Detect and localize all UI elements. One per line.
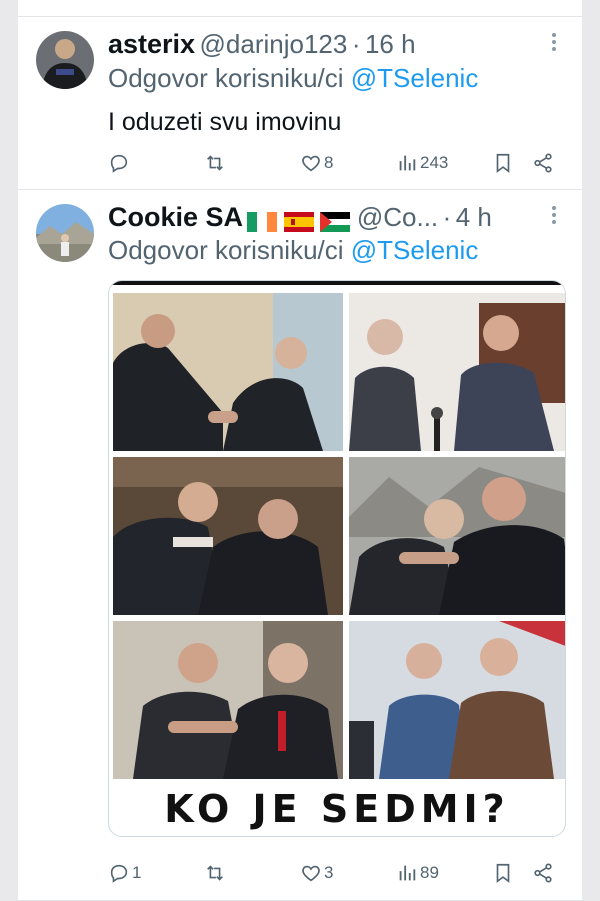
timestamp[interactable]: 16 h [365, 29, 416, 59]
display-name[interactable]: Cookie SA [108, 202, 243, 232]
divider [18, 0, 582, 17]
bookmark-button[interactable] [492, 148, 514, 178]
photo-handshake-1 [113, 293, 343, 451]
reply-button[interactable] [108, 148, 132, 178]
reply-context: Odgovor korisniku/ci @TSelenic [108, 235, 478, 266]
avatar[interactable] [36, 31, 94, 89]
reply-icon [110, 864, 128, 883]
more-vertical-icon[interactable] [550, 204, 558, 232]
like-button[interactable]: 3 [300, 858, 333, 888]
separator: · [442, 202, 452, 232]
bookmark-button[interactable] [492, 858, 514, 888]
more-vertical-icon[interactable] [550, 31, 558, 59]
views-icon [399, 155, 416, 171]
flag-emoji-ireland [247, 211, 283, 232]
views-count: 243 [420, 153, 449, 172]
views-icon [399, 865, 416, 881]
flag-emoji-palestine [320, 211, 356, 232]
repost-icon [207, 865, 223, 881]
display-name[interactable]: asterix [108, 29, 195, 59]
tweet[interactable]: asterix @darinjo123 · 16 h Odgovor koris… [18, 17, 582, 190]
photo-hug-5 [113, 621, 343, 779]
timeline: asterix @darinjo123 · 16 h Odgovor koris… [18, 0, 582, 901]
photo-hug-3 [113, 457, 343, 615]
mention-link[interactable]: @TSelenic [351, 63, 479, 93]
image-caption: KO JE SEDMI? [164, 787, 510, 831]
action-bar: 1 3 89 [108, 858, 568, 888]
user-handle[interactable]: @Co... [357, 202, 438, 232]
tweet[interactable]: Cookie SA @Co... · 4 h Odgovor korisniku… [18, 190, 582, 901]
photo-pair-6 [349, 621, 565, 779]
heart-icon [302, 155, 320, 172]
share-icon [534, 863, 552, 883]
separator: · [351, 29, 361, 59]
views-count: 89 [420, 863, 439, 882]
timestamp[interactable]: 4 h [456, 202, 492, 232]
reply-context: Odgovor korisniku/ci @TSelenic [108, 63, 478, 94]
photo-hug-4 [349, 457, 565, 615]
like-count: 3 [324, 863, 334, 882]
heart-icon [302, 865, 320, 882]
reply-prefix: Odgovor korisniku/ci [108, 235, 344, 265]
avatar[interactable] [36, 204, 94, 262]
bookmark-icon [496, 153, 510, 173]
photo-pair-2 [349, 293, 565, 451]
bookmark-icon [496, 863, 510, 883]
repost-icon [207, 155, 223, 171]
reply-count: 1 [132, 863, 142, 882]
tweet-text: I oduzeti svu imovinu [108, 108, 342, 136]
like-count: 8 [324, 153, 334, 172]
attached-image[interactable]: KO JE SEDMI? [108, 280, 566, 837]
reply-button[interactable]: 1 [108, 858, 141, 888]
image-top-border [109, 281, 565, 285]
action-bar: 8 243 [108, 148, 568, 178]
reply-icon [110, 154, 128, 173]
user-handle[interactable]: @darinjo123 [200, 29, 348, 59]
repost-button[interactable] [204, 148, 228, 178]
share-icon [534, 153, 552, 173]
reply-prefix: Odgovor korisniku/ci [108, 63, 344, 93]
views-button[interactable]: 243 [396, 148, 448, 178]
views-button[interactable]: 89 [396, 858, 439, 888]
flag-emoji-spain [283, 211, 320, 232]
mention-link[interactable]: @TSelenic [351, 235, 479, 265]
share-button[interactable] [532, 148, 554, 178]
like-button[interactable]: 8 [300, 148, 333, 178]
share-button[interactable] [532, 858, 554, 888]
repost-button[interactable] [204, 858, 228, 888]
